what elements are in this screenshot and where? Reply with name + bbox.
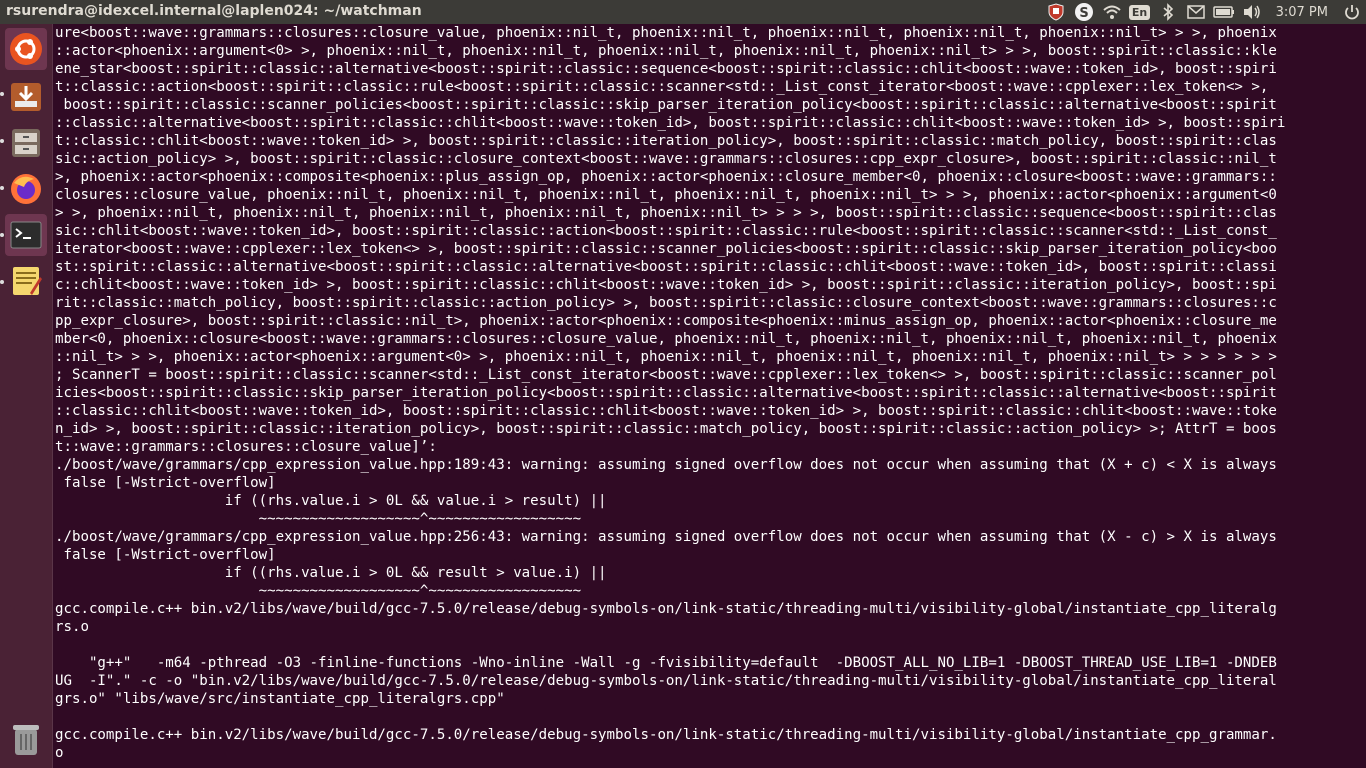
firefox-button[interactable]	[5, 168, 47, 210]
running-indicator	[0, 92, 4, 96]
running-indicator	[0, 233, 4, 237]
running-indicator	[0, 280, 4, 284]
terminal-line: t::classic::chlit<boost::wave::token_id>…	[55, 133, 1277, 149]
installer-icon	[11, 83, 41, 111]
ubuntu-dash-button[interactable]	[5, 28, 47, 70]
shield-icon[interactable]	[1042, 0, 1070, 24]
terminal-line: rit::classic::match_policy, boost::spiri…	[55, 295, 1277, 311]
software-installer-button[interactable]	[5, 76, 47, 118]
terminal-button[interactable]	[5, 214, 47, 256]
file-cabinet-icon	[12, 129, 40, 157]
bluetooth-icon[interactable]	[1154, 0, 1182, 24]
terminal-line: sic::chlit<boost::wave::token_id>, boost…	[55, 223, 1277, 239]
terminal-line: ./boost/wave/grammars/cpp_expression_val…	[55, 457, 1277, 473]
terminal-line: closures::closure_value, phoenix::nil_t,…	[55, 187, 1277, 203]
battery-icon[interactable]	[1210, 0, 1238, 24]
terminal-line: false [-Wstrict-overflow]	[55, 547, 276, 563]
terminal-line: gcc.compile.c++ bin.v2/libs/wave/build/g…	[55, 601, 1277, 617]
terminal-line: rs.o	[55, 619, 89, 635]
terminal-output[interactable]: ure<boost::wave::grammars::closures::clo…	[53, 24, 1366, 762]
terminal-line: c::chlit<boost::wave::token_id> >, boost…	[55, 277, 1277, 293]
terminal-line: ::actor<phoenix::argument<0> >, phoenix:…	[55, 43, 1277, 59]
wifi-icon[interactable]	[1098, 0, 1126, 24]
terminal-line: ::nil_t> > >, phoenix::actor<phoenix::ar…	[55, 349, 1277, 365]
trash-button[interactable]	[5, 718, 47, 760]
power-icon[interactable]	[1338, 0, 1366, 24]
terminal-line: o	[55, 745, 64, 761]
terminal-line: if ((rhs.value.i > 0L && result > value.…	[55, 565, 607, 581]
terminal-line: pp_expr_closure>, boost::spirit::classic…	[55, 313, 1277, 329]
files-button[interactable]	[5, 122, 47, 164]
trash-icon	[13, 725, 39, 755]
terminal-line: t::classic::action<boost::spirit::classi…	[55, 79, 1269, 95]
window-title: rsurendra@idexcel.internal@laplen024: ~/…	[6, 3, 422, 19]
terminal-line: ./boost/wave/grammars/cpp_expression_val…	[55, 529, 1277, 545]
terminal-line: ; ScannerT = boost::spirit::classic::sca…	[55, 367, 1277, 383]
mail-icon[interactable]	[1182, 0, 1210, 24]
keyboard-language-icon[interactable]: En	[1126, 0, 1154, 24]
terminal-line: ::classic::alternative<boost::spirit::cl…	[55, 115, 1286, 131]
terminal-line: ~~~~~~~~~~~~~~~~~~~^~~~~~~~~~~~~~~~~~~	[55, 583, 582, 599]
text-editor-button[interactable]	[5, 260, 47, 302]
skype-icon[interactable]: S	[1070, 0, 1098, 24]
terminal-line: ::classic::chlit<boost::wave::token_id>,…	[55, 403, 1277, 419]
running-indicator	[0, 186, 4, 190]
running-indicator	[0, 139, 4, 143]
terminal-line: ure<boost::wave::grammars::closures::clo…	[55, 25, 1277, 41]
firefox-icon	[11, 174, 41, 204]
notepad-icon	[13, 267, 42, 295]
svg-text:S: S	[1079, 6, 1088, 21]
terminal-line: false [-Wstrict-overflow]	[55, 475, 276, 491]
terminal-line: st::spirit::classic::alternative<boost::…	[55, 259, 1277, 275]
terminal-line: "g++" -m64 -pthread -O3 -finline-functio…	[55, 655, 1277, 671]
ubuntu-logo-icon	[10, 33, 42, 65]
terminal-line: grs.o" "libs/wave/src/instantiate_cpp_li…	[55, 691, 505, 707]
terminal-line: UG -I"." -c -o "bin.v2/libs/wave/build/g…	[55, 673, 1277, 689]
language-label: En	[1128, 4, 1151, 20]
terminal-line: sic::action_policy> >, boost::spirit::cl…	[55, 151, 1277, 167]
terminal-line: boost::spirit::classic::scanner_policies…	[55, 97, 1277, 113]
system-tray: S En 3:07 PM	[1042, 0, 1366, 24]
terminal-line: ~~~~~~~~~~~~~~~~~~~^~~~~~~~~~~~~~~~~~~	[55, 511, 582, 527]
terminal-line: n_id> >, boost::spirit::classic::iterati…	[55, 421, 1277, 437]
terminal-line: iterator<boost::wave::cpplexer::lex_toke…	[55, 241, 1277, 257]
terminal-icon	[10, 221, 42, 249]
terminal-window[interactable]: ure<boost::wave::grammars::closures::clo…	[53, 24, 1366, 768]
volume-icon[interactable]	[1238, 0, 1266, 24]
clock[interactable]: 3:07 PM	[1266, 0, 1338, 24]
terminal-line: ene_star<boost::spirit::classic::alterna…	[55, 61, 1277, 77]
launcher-sidebar	[0, 24, 53, 768]
terminal-line: > >, phoenix::nil_t, phoenix::nil_t, pho…	[55, 205, 1277, 221]
terminal-line: >, phoenix::actor<phoenix::composite<pho…	[55, 169, 1277, 185]
terminal-line: icies<boost::spirit::classic::skip_parse…	[55, 385, 1277, 401]
terminal-line: if ((rhs.value.i > 0L && value.i > resul…	[55, 493, 607, 509]
top-panel: rsurendra@idexcel.internal@laplen024: ~/…	[0, 0, 1366, 24]
terminal-line: t::wave::grammars::closures::closure_val…	[55, 439, 437, 455]
terminal-line: mber<0, phoenix::closure<boost::wave::gr…	[55, 331, 1277, 347]
terminal-line: gcc.compile.c++ bin.v2/libs/wave/build/g…	[55, 727, 1277, 743]
